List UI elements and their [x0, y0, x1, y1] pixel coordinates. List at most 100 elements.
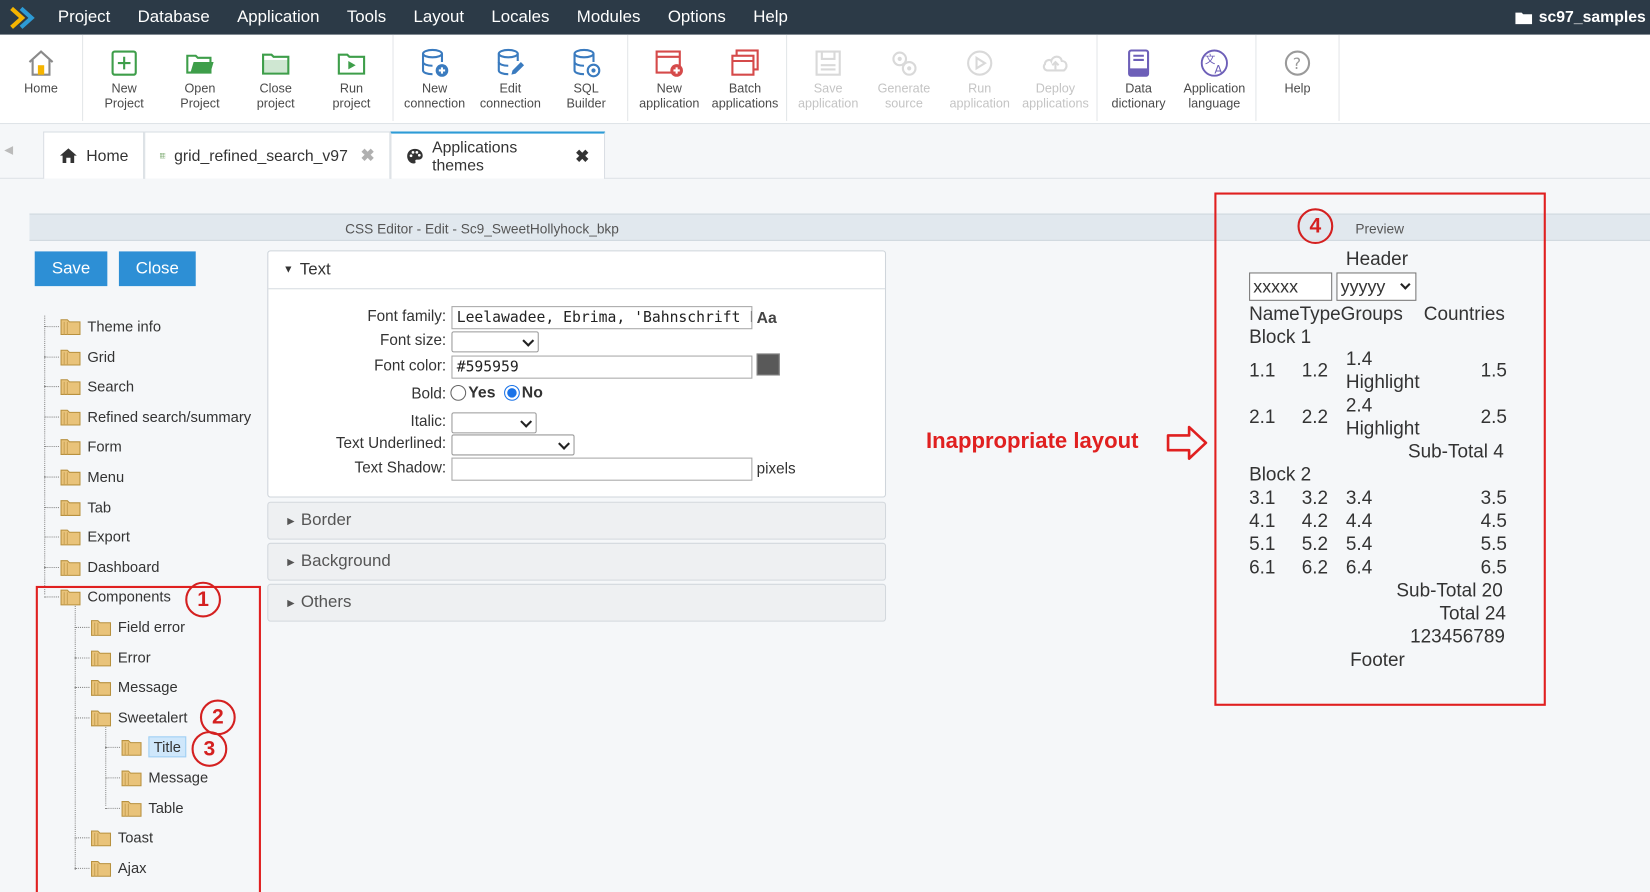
folder-icon — [1515, 12, 1533, 25]
radio-selected-dot — [507, 388, 517, 398]
text-underlined-select[interactable] — [451, 434, 575, 456]
open-project-button[interactable]: Open Project — [162, 35, 238, 121]
new-connection-icon — [419, 46, 451, 80]
tree-node-label: Form — [87, 438, 122, 455]
italic-select[interactable] — [451, 412, 537, 434]
new-connection-button[interactable]: New connection — [397, 35, 473, 121]
text-underlined-label: Text Underlined: — [335, 435, 447, 453]
close-tab-icon[interactable]: ✖ — [575, 146, 589, 167]
scriptcase-logo-icon[interactable] — [0, 0, 44, 35]
caret-down-icon: ▼ — [283, 264, 294, 276]
run-project-button[interactable]: Run project — [314, 35, 390, 121]
new-application-button[interactable]: New application — [631, 35, 707, 121]
bold-no-radio[interactable] — [503, 384, 520, 401]
tree-node[interactable]: Grid — [60, 345, 115, 368]
tree-node-label: Dashboard — [87, 558, 160, 576]
tab-home[interactable]: Home — [43, 131, 145, 179]
tree-node[interactable]: Theme info — [60, 315, 161, 338]
svg-text:?: ? — [1293, 54, 1301, 73]
edit-connection-button[interactable]: Edit connection — [472, 35, 548, 121]
deploy-applications-icon — [1040, 46, 1072, 80]
toolbar-button-label: Edit connection — [479, 80, 541, 111]
tree-node[interactable]: Export — [60, 525, 130, 548]
project-selector[interactable]: sc97_samples — [1515, 0, 1646, 35]
annotation-preview-box — [1214, 192, 1546, 706]
save-button[interactable]: Save — [34, 251, 108, 287]
menu-database[interactable]: Database — [124, 0, 223, 35]
menu-tools[interactable]: Tools — [333, 0, 400, 35]
bold-yes-radio[interactable] — [450, 384, 467, 401]
tree-node[interactable]: Menu — [60, 465, 124, 488]
border-section[interactable]: ▶ Border — [267, 501, 887, 540]
batch-applications-button[interactable]: Batch applications — [707, 35, 783, 121]
font-family-label: Font family: — [367, 308, 447, 326]
close-project-icon — [260, 46, 292, 80]
text-shadow-label: Text Shadow: — [354, 459, 447, 477]
new-project-icon — [108, 46, 140, 80]
italic-label: Italic: — [410, 413, 447, 431]
tree-node[interactable]: Tab — [60, 495, 111, 518]
tab-home-label: Home — [86, 146, 129, 165]
run-application-button: Run application — [942, 35, 1018, 121]
open-project-icon — [184, 46, 216, 80]
font-color-label: Font color: — [374, 357, 447, 375]
toolbar-button-label: New application — [639, 80, 700, 111]
tree-node-label: Refined search/summary — [87, 407, 252, 425]
menu-options[interactable]: Options — [654, 0, 739, 35]
toolbar-group: ? Help — [1256, 34, 1340, 121]
tree-guide-line — [44, 416, 59, 418]
others-section[interactable]: ▶ Others — [267, 583, 887, 622]
menu-locales[interactable]: Locales — [478, 0, 563, 35]
home-button[interactable]: Home — [3, 35, 79, 121]
tab-grid-refined-search[interactable]: grid_refined_search_v97 ✖ — [144, 131, 391, 179]
text-shadow-input[interactable] — [451, 457, 753, 481]
tree-guide-line — [44, 326, 59, 328]
font-family-input[interactable]: Leelawadee, Ebrima, 'Bahnschrift Light' — [451, 306, 753, 330]
generate-source-icon — [888, 46, 920, 80]
font-color-input[interactable]: #595959 — [451, 355, 753, 379]
tree-guide-line — [44, 446, 59, 448]
caret-right-icon: ▶ — [287, 555, 295, 567]
tree-node[interactable]: Refined search/summary — [60, 405, 251, 428]
close-project-button[interactable]: Close project — [238, 35, 314, 121]
menu-project[interactable]: Project — [44, 0, 124, 35]
tab-scroll-left-icon[interactable]: ◀ — [4, 143, 13, 157]
annotation-highlight-box — [35, 585, 261, 892]
tree-node[interactable]: Form — [60, 435, 122, 458]
new-project-button[interactable]: New Project — [86, 35, 162, 121]
toolbar: Home New Project Open Project Close project… — [0, 34, 1650, 125]
tab-themes-label: Applications themes — [432, 138, 518, 175]
close-tab-icon[interactable]: ✖ — [361, 145, 375, 166]
font-picker-icon[interactable]: Aa — [757, 309, 777, 327]
tab-applications-themes[interactable]: Applications themes ✖ — [390, 131, 606, 179]
tree-node-label: Grid — [87, 347, 116, 365]
palette-icon — [407, 148, 423, 164]
tree-node[interactable]: Search — [60, 375, 134, 398]
chevron-down-icon — [522, 334, 535, 347]
data-dictionary-button[interactable]: Data dictionary — [1101, 35, 1177, 121]
toolbar-button-label: Data dictionary — [1111, 80, 1166, 111]
menu-layout[interactable]: Layout — [400, 0, 478, 35]
tab-bar: ◀ Home grid_refined_search_v97 ✖ Applica… — [0, 124, 1650, 179]
caret-right-icon: ▶ — [287, 596, 295, 608]
color-swatch[interactable] — [756, 353, 780, 376]
background-section[interactable]: ▶ Background — [267, 542, 887, 581]
tree-node[interactable]: Dashboard — [60, 555, 159, 578]
font-size-label: Font size: — [380, 332, 447, 350]
bold-options: Yes No — [450, 384, 543, 402]
sql-builder-icon — [570, 46, 602, 80]
menu-application[interactable]: Application — [223, 0, 333, 35]
sql-builder-button[interactable]: SQL Builder — [548, 35, 624, 121]
menu-modules[interactable]: Modules — [563, 0, 654, 35]
save-application-icon — [812, 46, 844, 80]
toolbar-button-label: Batch applications — [711, 80, 779, 111]
toolbar-button-label: Run application — [949, 80, 1010, 111]
text-panel-header[interactable]: ▼ Text — [268, 251, 885, 290]
application-language-button[interactable]: 文 A Application language — [1176, 35, 1252, 121]
menu-help[interactable]: Help — [740, 0, 802, 35]
close-button[interactable]: Close — [118, 251, 196, 287]
font-size-select[interactable] — [451, 331, 539, 353]
help-button[interactable]: ? Help — [1260, 35, 1336, 121]
editor-title: CSS Editor - Edit - Sc9_SweetHollyhock_b… — [345, 220, 619, 237]
folder-icon — [60, 407, 81, 426]
